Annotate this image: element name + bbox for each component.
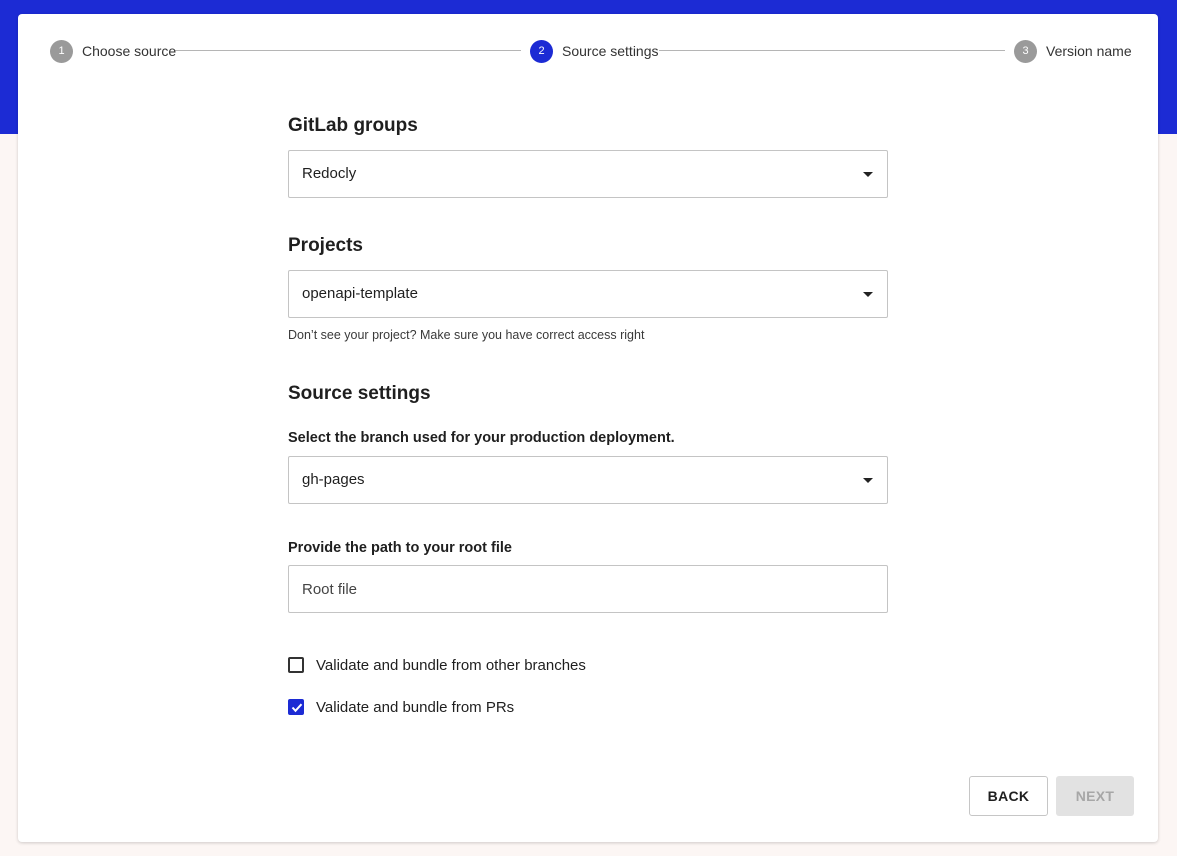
step-label: Choose source [82,43,177,59]
option-prs[interactable]: Validate and bundle from PRs [288,697,514,717]
step-connector [175,50,521,51]
checkbox-label: Validate and bundle from PRs [316,698,515,716]
step-source-settings[interactable]: 2 Source settings [530,39,659,63]
step-version-name[interactable]: 3 Version name [1014,39,1132,63]
checkbox-other-branches[interactable] [288,657,304,673]
step-number: 3 [1014,39,1037,63]
back-button[interactable]: BACK [969,776,1048,816]
caret-down-icon [863,292,873,297]
branch-label: Select the branch used for your producti… [288,430,675,446]
wizard-card: 1 Choose source 2 Source settings 3 Vers… [18,14,1158,842]
caret-down-icon [863,172,873,177]
checkbox-label: Validate and bundle from other branches [316,656,586,674]
checkmark-icon [291,703,303,713]
source-settings-title: Source settings [288,383,431,404]
projects-select[interactable]: openapi-template [288,270,888,318]
step-connector [659,50,1005,51]
root-file-field [288,565,888,613]
projects-hint: Don’t see your project? Make sure you ha… [288,328,645,342]
select-value: Redocly [302,165,357,182]
stepper: 1 Choose source 2 Source settings 3 Vers… [18,14,1158,86]
root-file-input[interactable] [289,566,887,612]
select-value: gh-pages [302,471,365,488]
gitlab-groups-select[interactable]: Redocly [288,150,888,198]
step-number: 1 [50,39,73,63]
select-value: openapi-template [302,285,418,302]
next-button[interactable]: NEXT [1056,776,1134,816]
step-choose-source[interactable]: 1 Choose source [50,39,176,63]
step-label: Source settings [562,43,659,59]
caret-down-icon [863,478,873,483]
branch-select[interactable]: gh-pages [288,456,888,504]
option-other-branches[interactable]: Validate and bundle from other branches [288,655,586,675]
step-number: 2 [530,39,553,63]
step-label: Version name [1046,43,1132,59]
projects-title: Projects [288,235,363,256]
gitlab-groups-title: GitLab groups [288,115,418,136]
root-file-label: Provide the path to your root file [288,540,512,556]
checkbox-prs[interactable] [288,699,304,715]
